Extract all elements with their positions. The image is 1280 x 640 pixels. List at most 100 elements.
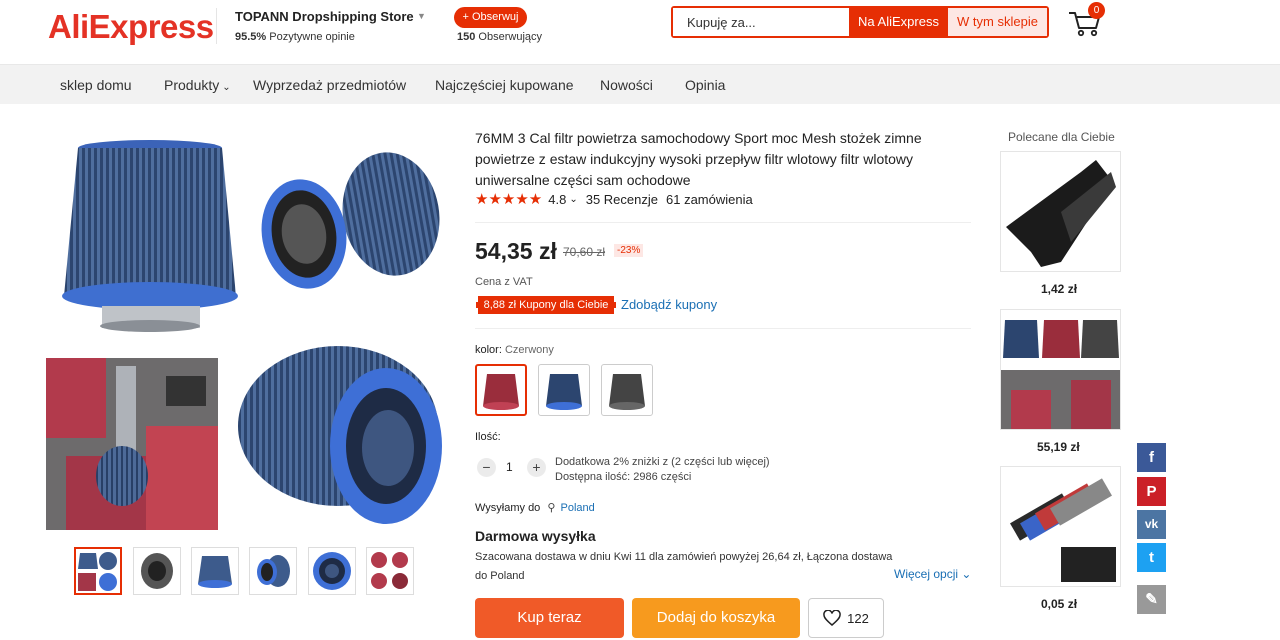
location-pin-icon: ⚲ bbox=[547, 502, 556, 514]
search-aliexpress-button[interactable]: Na AliExpress bbox=[849, 8, 948, 36]
free-shipping-label: Darmowa wysyłka bbox=[475, 528, 596, 544]
filter-front-view bbox=[238, 346, 442, 524]
follow-button[interactable]: + Obserwuj bbox=[454, 7, 527, 28]
nav-item-sale[interactable]: Wyprzedaż przedmiotów bbox=[253, 77, 406, 93]
quantity-increase-button[interactable]: + bbox=[527, 458, 546, 477]
gallery-thumb-5[interactable] bbox=[308, 547, 356, 595]
get-coupons-link[interactable]: Zdobądź kupony bbox=[621, 297, 717, 312]
edit-icon[interactable]: ✎ bbox=[1137, 585, 1166, 614]
color-label: kolor: Czerwony bbox=[475, 344, 554, 356]
recommended-item-price: 0,05 zł bbox=[1041, 597, 1078, 611]
vat-label: Cena z VAT bbox=[475, 276, 533, 288]
cart-count-badge: 0 bbox=[1088, 2, 1105, 19]
followers-count: 150 bbox=[457, 31, 476, 43]
search-bar: Na AliExpress W tym sklepie bbox=[671, 6, 1049, 38]
color-value: Czerwony bbox=[504, 344, 554, 356]
followers: 150 Obserwujący bbox=[457, 31, 542, 43]
pinterest-icon[interactable]: P bbox=[1137, 477, 1166, 506]
black-filter-swatch-image bbox=[609, 374, 645, 410]
header-divider bbox=[216, 8, 217, 44]
ship-to-label: Wysyłamy do bbox=[475, 502, 541, 514]
quantity-info: Dodatkowa 2% zniżki z (2 części lub więc… bbox=[555, 455, 770, 485]
divider bbox=[475, 222, 971, 223]
heart-icon bbox=[823, 610, 841, 626]
recommended-item-image bbox=[1006, 160, 1116, 267]
divider bbox=[475, 328, 971, 329]
rating-value[interactable]: 4.8 bbox=[548, 192, 566, 207]
thumb-image bbox=[76, 549, 120, 593]
nav-item-products[interactable]: Produkty ⌄ bbox=[164, 77, 231, 93]
gallery-thumb-6[interactable] bbox=[366, 547, 414, 595]
nav-item-feedback[interactable]: Opinia bbox=[685, 77, 725, 93]
nav-item-new[interactable]: Nowości bbox=[600, 77, 653, 93]
chevron-down-icon: ⌄ bbox=[222, 82, 231, 93]
facebook-icon[interactable]: f bbox=[1137, 443, 1166, 472]
discount-badge: -23% bbox=[614, 244, 644, 257]
orders-count: 61 zamówienia bbox=[666, 191, 753, 207]
gallery-thumb-1[interactable] bbox=[74, 547, 122, 595]
filter-angled-view bbox=[261, 152, 440, 289]
thumb-image bbox=[198, 556, 232, 588]
more-shipping-options-link[interactable]: Więcej opcji ⌄ bbox=[894, 567, 971, 581]
wishlist-button[interactable]: 122 bbox=[808, 598, 884, 638]
delivery-estimate: Szacowana dostawa w dniu Kwi 11 dla zamó… bbox=[475, 548, 915, 586]
product-title: 76MM 3 Cal filtr powietrza samochodowy S… bbox=[475, 130, 922, 188]
coupon-badge[interactable]: 8,88 zł Kupony dla Ciebie bbox=[476, 296, 616, 314]
star-rating-icon: ★★★★★ bbox=[475, 191, 543, 208]
gallery-thumb-4[interactable] bbox=[249, 547, 297, 595]
aliexpress-logo[interactable]: AliExpress bbox=[48, 8, 214, 46]
thumb-image bbox=[141, 553, 173, 589]
chevron-down-icon[interactable]: ▼ bbox=[417, 11, 426, 21]
nav-item-bestsellers[interactable]: Najczęściej kupowane bbox=[435, 77, 574, 93]
quantity-decrease-button[interactable]: − bbox=[477, 458, 496, 477]
vk-icon[interactable]: vk bbox=[1137, 510, 1166, 539]
wishlist-count: 122 bbox=[847, 610, 869, 626]
rating-row: ★★★★★ 4.8 ⌄ 35 Recenzje 61 zamówienia bbox=[475, 190, 753, 208]
color-option-blue[interactable] bbox=[538, 364, 590, 416]
gallery-thumb-2[interactable] bbox=[133, 547, 181, 595]
store-name[interactable]: TOPANN Dropshipping Store bbox=[235, 9, 414, 24]
search-store-button[interactable]: W tym sklepie bbox=[948, 8, 1047, 36]
thumb-image bbox=[371, 552, 408, 589]
filter-side-view bbox=[62, 140, 238, 332]
recommended-item-price: 1,42 zł bbox=[1041, 282, 1078, 296]
original-price: 70,60 zł bbox=[563, 245, 606, 259]
gallery-thumb-3[interactable] bbox=[191, 547, 239, 595]
search-input[interactable] bbox=[673, 8, 849, 36]
followers-label: Obserwujący bbox=[478, 31, 542, 43]
nav-item-home[interactable]: sklep domu bbox=[60, 77, 132, 93]
red-filter-swatch-image bbox=[483, 374, 519, 410]
color-option-black[interactable] bbox=[601, 364, 653, 416]
store-rating-value: 95.5% bbox=[235, 31, 267, 43]
thumb-image bbox=[313, 552, 351, 590]
recommended-item-price: 55,19 zł bbox=[1037, 440, 1080, 454]
available-quantity: Dostępna ilość: 2986 części bbox=[555, 471, 692, 483]
engine-bay-photo bbox=[46, 358, 218, 530]
twitter-icon[interactable]: t bbox=[1137, 543, 1166, 572]
thumb-image bbox=[257, 555, 290, 587]
ship-to: Wysyłamy do ⚲ Poland bbox=[475, 501, 595, 514]
color-label-text: kolor: bbox=[475, 344, 502, 356]
ship-to-country[interactable]: Poland bbox=[561, 502, 595, 514]
quantity-label: Ilość: bbox=[475, 431, 501, 443]
recommended-item-image bbox=[1010, 478, 1116, 582]
chevron-down-icon[interactable]: ⌄ bbox=[569, 194, 577, 205]
more-options-label: Więcej opcji bbox=[894, 567, 959, 581]
recommended-title: Polecane dla Ciebie bbox=[1008, 130, 1115, 144]
blue-filter-swatch-image bbox=[546, 374, 582, 410]
store-rating-label: Pozytywne opinie bbox=[269, 31, 355, 43]
buy-now-button[interactable]: Kup teraz bbox=[475, 598, 624, 638]
recommended-item-2[interactable] bbox=[1000, 309, 1121, 430]
reviews-link[interactable]: 35 Recenzje bbox=[586, 192, 658, 207]
color-option-red[interactable] bbox=[475, 364, 527, 416]
bulk-discount-text: Dodatkowa 2% zniżki z (2 części lub więc… bbox=[555, 456, 770, 468]
recommended-item-1[interactable] bbox=[1000, 151, 1121, 272]
chevron-down-icon: ⌄ bbox=[961, 567, 972, 581]
store-rating: 95.5% Pozytywne opinie bbox=[235, 31, 355, 43]
quantity-value[interactable]: 1 bbox=[506, 460, 513, 474]
main-product-image[interactable] bbox=[46, 126, 456, 536]
delivery-estimate-line2: do Poland bbox=[475, 570, 525, 582]
add-to-cart-button[interactable]: Dodaj do koszyka bbox=[632, 598, 800, 638]
recommended-item-3[interactable] bbox=[1000, 466, 1121, 587]
delivery-estimate-line1: Szacowana dostawa w dniu Kwi 11 dla zamó… bbox=[475, 551, 893, 563]
